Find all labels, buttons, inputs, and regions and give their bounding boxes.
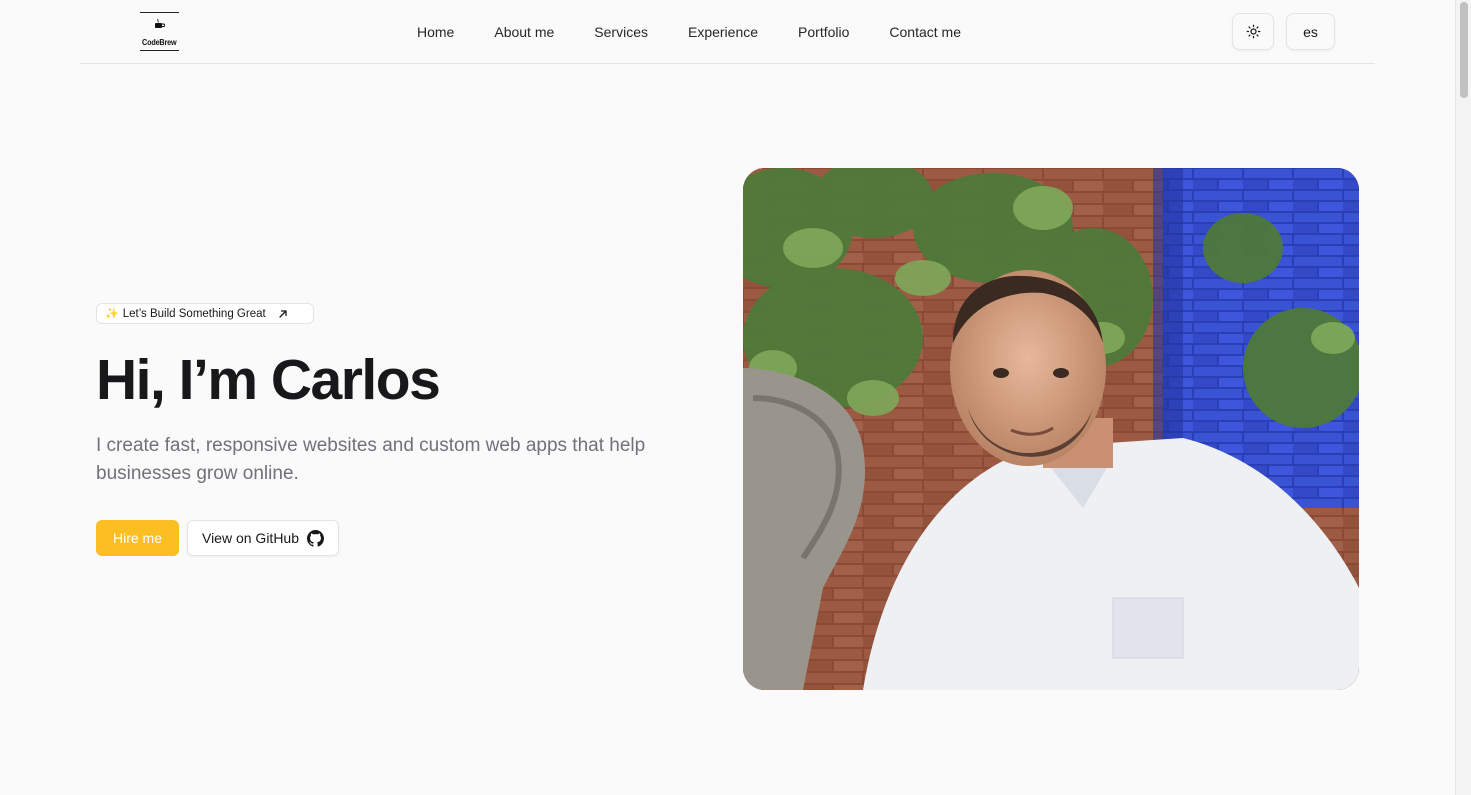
profile-photo — [743, 168, 1359, 690]
coffee-cup-icon — [155, 19, 165, 28]
theme-toggle-button[interactable] — [1232, 13, 1274, 50]
github-icon — [307, 529, 324, 547]
arrow-up-right-icon — [279, 309, 287, 318]
nav-portfolio[interactable]: Portfolio — [798, 21, 849, 43]
cta-badge[interactable]: ✨ Let’s Build Something Great — [96, 303, 314, 324]
nav-experience[interactable]: Experience — [688, 21, 758, 43]
page: CodeBrew Home About me Services Experien… — [0, 0, 1471, 795]
sun-icon — [1246, 24, 1260, 39]
nav-home[interactable]: Home — [417, 21, 454, 43]
logo-text: CodeBrew — [142, 37, 177, 47]
sparkles-icon: ✨ — [105, 308, 119, 320]
profile-photo-illustration — [743, 168, 1359, 690]
scrollbar-thumb[interactable] — [1460, 2, 1468, 98]
hire-me-button[interactable]: Hire me — [96, 520, 179, 556]
nav-services[interactable]: Services — [594, 21, 648, 43]
logo[interactable]: CodeBrew — [140, 12, 179, 51]
main-nav: Home About me Services Experience Portfo… — [417, 21, 961, 43]
nav-contact[interactable]: Contact me — [889, 21, 961, 43]
github-button-label: View on GitHub — [201, 530, 299, 546]
nav-about[interactable]: About me — [494, 21, 554, 43]
hero-subtitle: I create fast, responsive websites and c… — [96, 435, 646, 484]
badge-label: Let’s Build Something Great — [122, 307, 266, 320]
language-button[interactable]: es — [1286, 13, 1335, 50]
scrollbar[interactable] — [1455, 0, 1471, 795]
site-header: CodeBrew Home About me Services Experien… — [80, 0, 1375, 64]
github-button[interactable]: View on GitHub — [187, 520, 339, 556]
hero-title: Hi, I’m Carlos — [96, 348, 441, 412]
